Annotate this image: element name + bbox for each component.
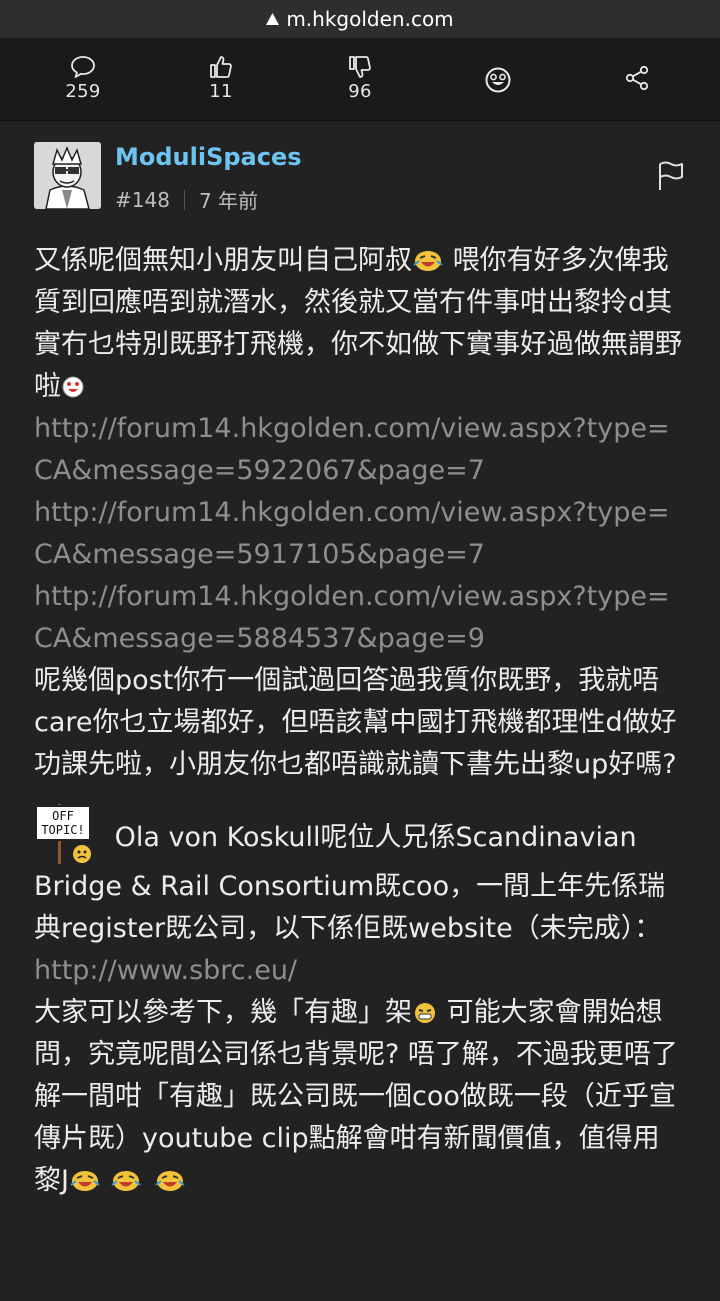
paragraph-3: OFF TOPIC! Ola von Koskull呢位人兄係Scandinavi… — [34, 800, 686, 950]
comment-bubble-icon — [71, 56, 95, 78]
post-time: 7 年前 — [198, 189, 259, 213]
like-button[interactable]: 11 — [200, 38, 242, 121]
laughing-emoji-icon — [155, 1171, 185, 1191]
lock-icon — [266, 13, 280, 25]
meta-divider — [183, 189, 185, 210]
text-segment: 又係呢個無知小朋友叫自己阿叔 — [34, 245, 412, 276]
flag-icon — [659, 161, 683, 190]
laughing-emoji-icon — [413, 251, 443, 271]
link-sbrc[interactable]: http://www.sbrc.eu/ — [34, 950, 686, 992]
emoji-button[interactable] — [482, 38, 514, 121]
comments-count: 259 — [65, 81, 101, 102]
author-name[interactable]: ModuliSpaces — [115, 143, 302, 171]
thumbs-up-icon — [210, 56, 232, 78]
post-meta: #148 7 年前 — [115, 185, 258, 214]
share-button[interactable] — [623, 38, 651, 121]
svg-text:TOPIC!: TOPIC! — [41, 823, 84, 837]
avatar[interactable] — [34, 142, 101, 209]
browser-url-bar[interactable]: m.hkgolden.com — [0, 0, 720, 38]
link-forum-3[interactable]: http://forum14.hkgolden.com/view.aspx?ty… — [34, 576, 686, 660]
avatar-image — [34, 142, 101, 209]
post-content: 又係呢個無知小朋友叫自己阿叔 喂你有好多次俾我質到回應唔到就潛水，然後就又當冇件… — [34, 240, 686, 1202]
laughing-emoji-icon — [111, 1171, 141, 1191]
text-segment: 大家可以參考下，幾「有趣」架 — [34, 997, 412, 1028]
emoji-face-icon — [485, 67, 511, 93]
svg-text:OFF: OFF — [52, 809, 74, 823]
report-button[interactable] — [655, 160, 685, 196]
url-text: m.hkgolden.com — [286, 7, 454, 31]
paragraph-2: 呢幾個post你冇一個試過回答過我質你既野，我就唔care你乜立場都好，但唔該幫… — [34, 665, 677, 780]
thumbs-down-icon — [349, 56, 371, 78]
paragraph-1: 又係呢個無知小朋友叫自己阿叔 喂你有好多次俾我質到回應唔到就潛水，然後就又當冇件… — [34, 240, 686, 408]
paragraph-4: 大家可以參考下，幾「有趣」架 可能大家會開始想問，究竟呢間公司係乜背景呢? 唔了… — [34, 992, 686, 1202]
link-forum-1[interactable]: http://forum14.hkgolden.com/view.aspx?ty… — [34, 408, 686, 492]
link-forum-2[interactable]: http://forum14.hkgolden.com/view.aspx?ty… — [34, 492, 686, 576]
share-icon — [625, 65, 649, 91]
smile-emoji-icon — [62, 376, 84, 398]
comments-button[interactable]: 259 — [62, 38, 104, 121]
offtopic-sign-icon: OFF TOPIC! — [34, 800, 98, 866]
dislike-button[interactable]: 96 — [339, 38, 381, 121]
text-segment: Ola von Koskull呢位人兄係Scandinavian Bridge … — [34, 822, 666, 944]
dislikes-count: 96 — [348, 81, 372, 102]
laughing-emoji-icon — [70, 1171, 100, 1191]
likes-count: 11 — [209, 81, 233, 102]
thread-toolbar: 259 11 96 — [0, 38, 720, 121]
grin-emoji-icon — [415, 1003, 435, 1023]
floor-number: #148 — [115, 187, 170, 212]
